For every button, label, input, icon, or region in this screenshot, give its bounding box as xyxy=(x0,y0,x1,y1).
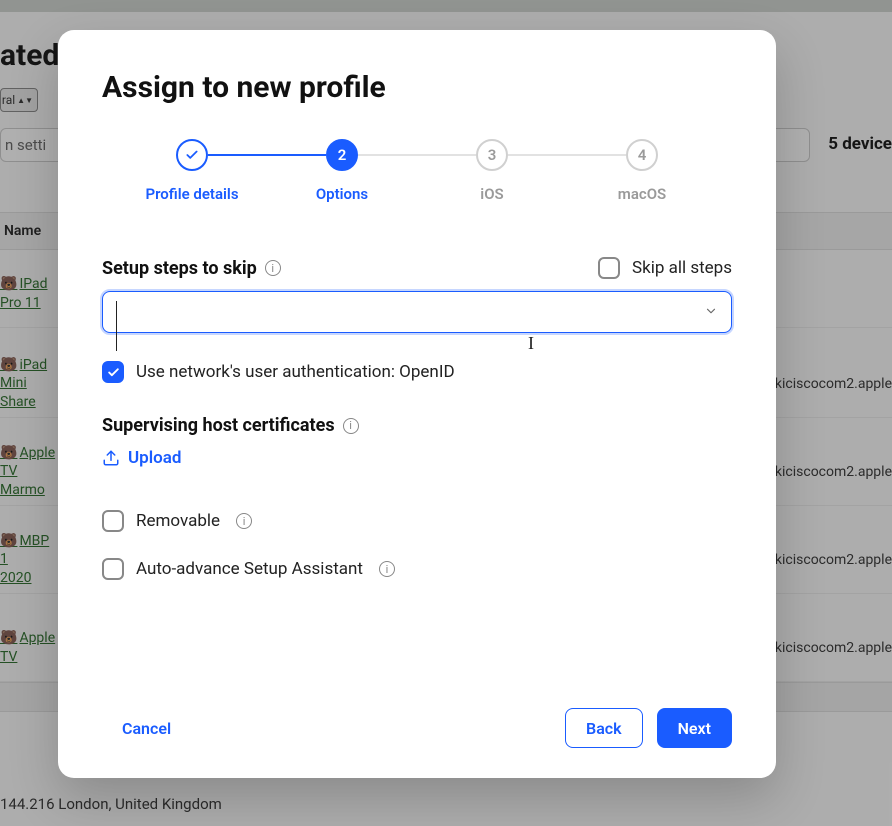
network-auth-row[interactable]: Use network's user authentication: OpenI… xyxy=(102,361,732,383)
removable-label: Removable xyxy=(136,511,220,531)
step-profile-details[interactable]: Profile details xyxy=(117,139,267,203)
modal-title: Assign to new profile xyxy=(102,70,732,105)
upload-button[interactable]: Upload xyxy=(102,448,732,468)
step-label: iOS xyxy=(480,185,503,203)
info-icon[interactable]: i xyxy=(379,561,395,577)
certificates-heading: Supervising host certificates i xyxy=(102,415,732,436)
autoadvance-checkbox[interactable] xyxy=(102,558,124,580)
step-connector xyxy=(208,154,326,156)
step-circle-done xyxy=(176,139,208,171)
step-label: Options xyxy=(316,185,368,203)
step-options[interactable]: 2 Options xyxy=(267,139,417,203)
step-ios[interactable]: 3 iOS xyxy=(417,139,567,203)
skip-all-checkbox[interactable] xyxy=(598,257,620,279)
step-label: macOS xyxy=(618,185,666,203)
removable-row[interactable]: Removable i xyxy=(102,510,732,532)
info-icon[interactable]: i xyxy=(343,418,359,434)
step-connector xyxy=(358,154,476,156)
assign-profile-modal: Assign to new profile Profile details 2 … xyxy=(58,30,776,778)
next-button[interactable]: Next xyxy=(657,708,732,748)
cancel-button[interactable]: Cancel xyxy=(102,708,191,748)
skip-all-label: Skip all steps xyxy=(632,258,732,278)
step-label: Profile details xyxy=(145,185,238,203)
autoadvance-label: Auto-advance Setup Assistant xyxy=(136,559,363,579)
step-circle-pending: 3 xyxy=(476,139,508,171)
removable-checkbox[interactable] xyxy=(102,510,124,532)
upload-label: Upload xyxy=(128,448,181,468)
step-macos[interactable]: 4 macOS xyxy=(567,139,717,203)
upload-icon xyxy=(102,449,120,467)
modal-footer: Cancel Back Next xyxy=(102,708,732,748)
setup-steps-dropdown-wrap xyxy=(102,291,732,361)
setup-steps-label: Setup steps to skip i xyxy=(102,258,281,279)
step-circle-pending: 4 xyxy=(626,139,658,171)
step-circle-active: 2 xyxy=(326,139,358,171)
text-cursor xyxy=(116,301,117,351)
back-button[interactable]: Back xyxy=(565,708,643,748)
check-icon xyxy=(107,366,120,379)
skip-all-checkbox-row[interactable]: Skip all steps xyxy=(598,257,732,279)
wizard-stepper: Profile details 2 Options 3 iOS 4 macOS xyxy=(102,139,732,203)
setup-steps-dropdown[interactable] xyxy=(102,291,732,333)
autoadvance-row[interactable]: Auto-advance Setup Assistant i xyxy=(102,558,732,580)
network-auth-label: Use network's user authentication: OpenI… xyxy=(136,362,455,382)
check-icon xyxy=(185,148,199,162)
setup-steps-row: Setup steps to skip i Skip all steps xyxy=(102,257,732,279)
step-connector xyxy=(508,154,626,156)
network-auth-checkbox[interactable] xyxy=(102,361,124,383)
info-icon[interactable]: i xyxy=(236,513,252,529)
info-icon[interactable]: i xyxy=(265,260,281,276)
